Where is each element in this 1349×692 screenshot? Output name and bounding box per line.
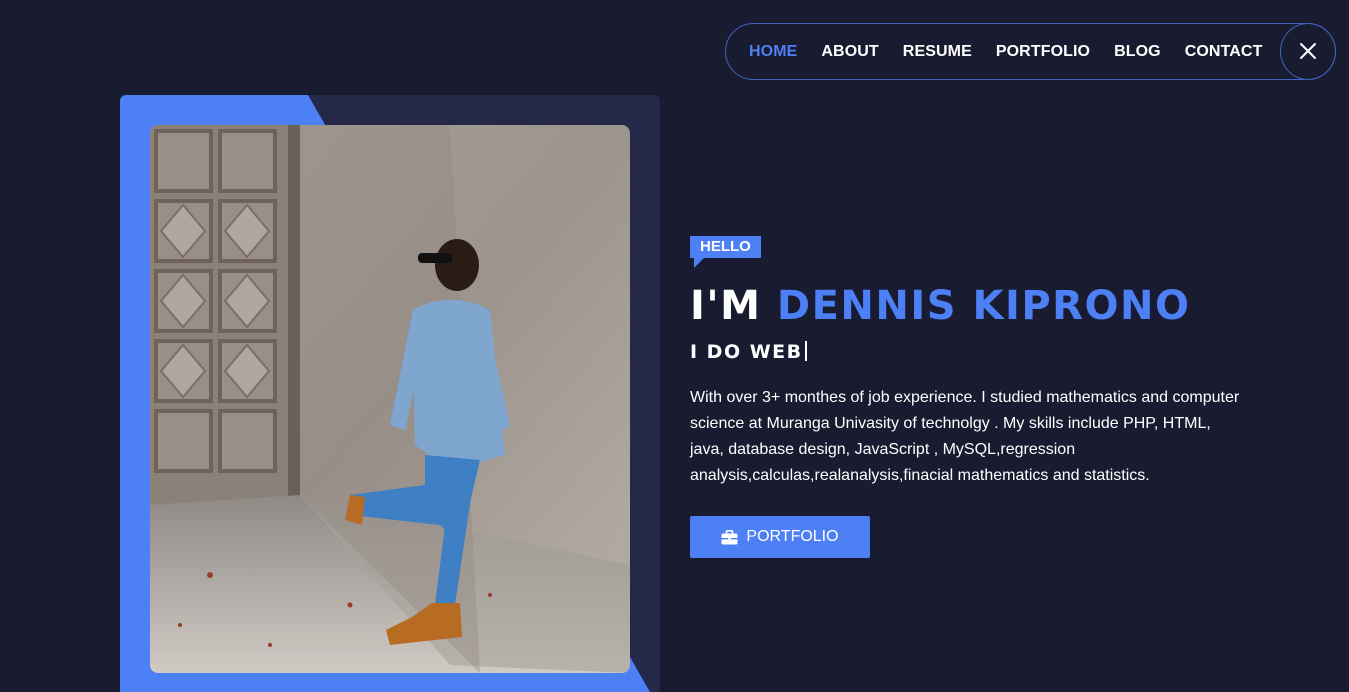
nav-item-home[interactable]: HOME bbox=[749, 43, 797, 61]
portfolio-button[interactable]: PORTFOLIO bbox=[690, 516, 870, 558]
nav-item-portfolio[interactable]: PORTFOLIO bbox=[996, 43, 1090, 61]
hello-badge-tail bbox=[694, 258, 704, 268]
nav-close-button[interactable] bbox=[1280, 22, 1336, 80]
hero-tagline-text: I DO WEB bbox=[690, 341, 803, 363]
briefcase-icon bbox=[721, 529, 738, 545]
nav-item-resume[interactable]: RESUME bbox=[903, 43, 972, 61]
hero-greeting: I'M bbox=[690, 283, 762, 329]
nav-item-contact[interactable]: CONTACT bbox=[1185, 43, 1263, 61]
nav-item-about[interactable]: ABOUT bbox=[821, 43, 878, 61]
nav-links: HOME ABOUT RESUME PORTFOLIO BLOG CONTACT bbox=[726, 43, 1286, 61]
hello-badge: HELLO bbox=[690, 236, 761, 258]
hero-tagline: I DO WEB bbox=[690, 341, 807, 363]
close-icon bbox=[1300, 43, 1316, 59]
hero-name: DENNIS KIPRONO bbox=[776, 283, 1191, 329]
portfolio-button-label: PORTFOLIO bbox=[746, 528, 839, 545]
hero-headline: I'M DENNIS KIPRONO bbox=[690, 282, 1190, 330]
page: HOME ABOUT RESUME PORTFOLIO BLOG CONTACT bbox=[0, 0, 1349, 692]
hero-bio: With over 3+ monthes of job experience. … bbox=[690, 389, 1240, 484]
profile-photo-card bbox=[120, 95, 660, 692]
main-nav: HOME ABOUT RESUME PORTFOLIO BLOG CONTACT bbox=[725, 22, 1336, 80]
typing-cursor bbox=[804, 341, 807, 361]
profile-photo bbox=[150, 125, 630, 673]
nav-item-blog[interactable]: BLOG bbox=[1114, 43, 1161, 61]
